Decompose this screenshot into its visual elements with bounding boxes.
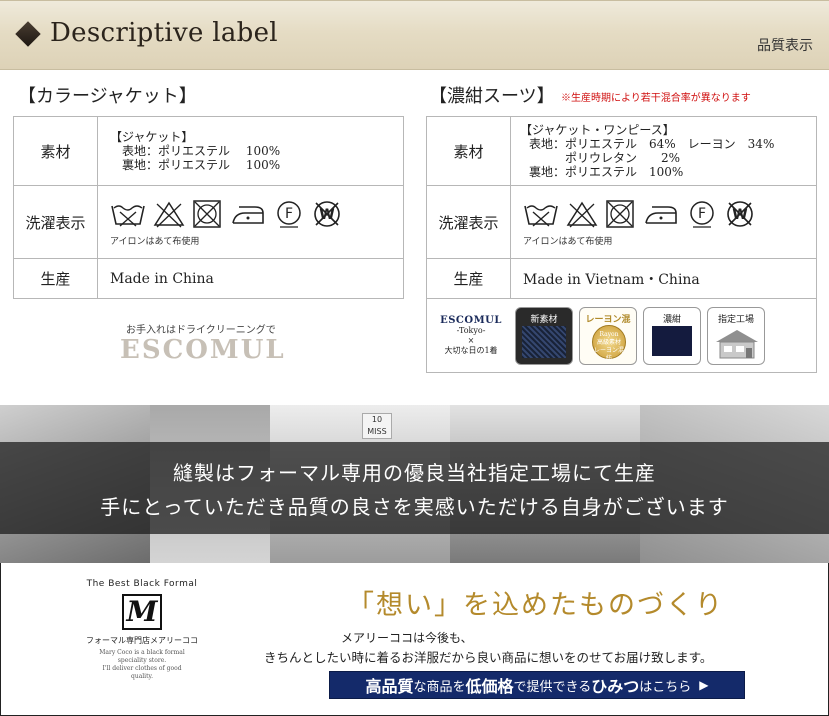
new-material-label: 新素材 bbox=[530, 314, 558, 325]
no-tumble-dry-icon bbox=[193, 199, 221, 228]
right-section-title: 【濃紺スーツ】 bbox=[429, 86, 555, 107]
size-sign: 10 MISS bbox=[362, 413, 392, 439]
left-material-label: 素材 bbox=[13, 116, 98, 186]
banner-line-1: 縫製はフォーマル専用の優良当社指定工場にて生産 bbox=[173, 461, 656, 485]
no-bleach-icon bbox=[566, 201, 598, 227]
iron-icon bbox=[645, 205, 677, 224]
left-section-title: 【カラージャケット】 bbox=[18, 86, 197, 107]
message-line-1: メアリーココは今後も、 bbox=[341, 631, 473, 645]
collab-cross: × bbox=[467, 335, 475, 345]
brand-section: The Best Black Formal M フォーマル専門店メアリーココ M… bbox=[0, 563, 829, 716]
right-material-head: 【ジャケット・ワンピース】 bbox=[520, 123, 675, 137]
no-bleach-icon bbox=[153, 201, 185, 227]
svg-text:F: F bbox=[698, 206, 706, 222]
cta-secret: ひみつ bbox=[591, 677, 640, 696]
right-care-caption: アイロンはあて布使用 bbox=[523, 236, 613, 247]
brand-tagline: The Best Black Formal bbox=[86, 579, 198, 589]
rayon-medal-icon: Rayon 高級素材 レーヨン混紡 bbox=[592, 324, 626, 362]
left-care-label: 洗濯表示 bbox=[13, 185, 98, 259]
dry-clean-f-icon: F bbox=[277, 200, 301, 228]
fabric-swatch bbox=[522, 325, 566, 358]
right-material-line-1: 表地：ポリエステル 64% レーヨン 34% bbox=[529, 137, 775, 151]
message-line-1-wrap: メアリーココは今後も、 bbox=[1, 629, 828, 646]
collab-partner: 大切な日の1着 bbox=[444, 345, 498, 355]
diamond-icon bbox=[15, 21, 41, 47]
left-material-head: 【ジャケット】 bbox=[110, 130, 194, 144]
rayon-mix-badge: レーヨン混 Rayon 高級素材 レーヨン混紡 bbox=[579, 306, 637, 365]
brand-en-line-4: quality. bbox=[130, 673, 154, 680]
collab-city: -Tokyo- bbox=[456, 325, 486, 335]
left-spec-table: 素材 【ジャケット】 表地：ポリエステル 100% 裏地：ポリエステル 100%… bbox=[13, 116, 404, 299]
svg-text:F: F bbox=[285, 206, 293, 222]
banner-overlay bbox=[0, 442, 829, 534]
right-material-line-2: ポリウレタン 2% bbox=[529, 151, 681, 165]
left-production-value: Made in China bbox=[97, 258, 404, 299]
header-band: Descriptive label 品質表示 bbox=[0, 0, 829, 70]
play-arrow-icon: ▶ bbox=[699, 678, 709, 692]
left-care-caption: アイロンはあて布使用 bbox=[110, 236, 200, 247]
left-care-value: F W アイロンはあて布使用 bbox=[97, 185, 404, 259]
left-care-icons: F W bbox=[110, 198, 403, 230]
omoi-heading: 「想い」を込めたものづくり bbox=[347, 590, 724, 621]
left-material-value: 【ジャケット】 表地：ポリエステル 100% 裏地：ポリエステル 100% bbox=[97, 116, 404, 186]
brand-en-line-2: speciality store. bbox=[117, 657, 167, 664]
right-production-label: 生産 bbox=[426, 258, 511, 299]
no-wet-clean-icon: W bbox=[314, 200, 340, 227]
secret-cta-button[interactable]: 高品質 な商品を 低価格 で提供できる ひみつ はこちら ▶ bbox=[329, 671, 745, 699]
page-title: Descriptive label bbox=[50, 18, 278, 48]
escomul-collab-logo: ESCOMUL -Tokyo- × 大切な日の1着 bbox=[433, 314, 509, 356]
factory-photo-banner: 10 MISS 縫製はフォーマル専用の優良当社指定工場にて生産 手にとっていただ… bbox=[0, 405, 829, 563]
right-material-line-3: 裏地：ポリエステル 100% bbox=[529, 165, 684, 179]
left-material-line-1: 表地：ポリエステル 100% bbox=[122, 144, 281, 158]
factory-label: 指定工場 bbox=[717, 314, 754, 325]
right-material-value: 【ジャケット・ワンピース】 表地：ポリエステル 64% レーヨン 34% ポリウ… bbox=[510, 116, 817, 186]
brand-en-desc: Mary Coco is a black formal speciality s… bbox=[77, 649, 207, 681]
navy-label: 濃紺 bbox=[662, 314, 681, 325]
right-production-value: Made in Vietnam・China bbox=[510, 258, 817, 299]
factory-icon bbox=[716, 329, 758, 358]
factory-badge: 指定工場 bbox=[707, 306, 765, 365]
hand-wash-icon bbox=[524, 204, 558, 227]
banner-line-2: 手にとっていただき品質の良さを実感いただける自身がございます bbox=[100, 495, 729, 519]
left-production-label: 生産 bbox=[13, 258, 98, 299]
cleaning-note: お手入れはドライクリーニングで bbox=[126, 325, 276, 336]
page-subtitle: 品質表示 bbox=[757, 38, 813, 54]
iron-icon bbox=[232, 205, 264, 224]
right-care-value: F W アイロンはあて布使用 bbox=[510, 185, 817, 259]
rayon-mix-label: レーヨン混 bbox=[585, 314, 631, 325]
rayon-medal-text-2: 高級素材 bbox=[596, 338, 621, 346]
escomul-logo: ESCOMUL bbox=[120, 335, 286, 365]
message-line-2: きちんとしたい時に着るお洋服だから良い商品に想いをのせてお届け致します。 bbox=[264, 650, 713, 665]
badge-row: ESCOMUL -Tokyo- × 大切な日の1着 新素材 レーヨン混 Rayo… bbox=[433, 306, 810, 365]
rayon-medal-text-3: レーヨン混紡 bbox=[593, 346, 624, 362]
collab-brand: ESCOMUL bbox=[440, 314, 502, 326]
cta-text-6: はこちら bbox=[639, 679, 692, 695]
no-wet-clean-icon: W bbox=[727, 200, 753, 227]
no-tumble-dry-icon bbox=[606, 199, 634, 228]
badge-cell: ESCOMUL -Tokyo- × 大切な日の1着 新素材 レーヨン混 Rayo… bbox=[426, 298, 817, 373]
left-material-line-2: 裏地：ポリエステル 100% bbox=[122, 158, 281, 172]
dry-clean-f-icon: F bbox=[690, 200, 714, 228]
cta-high-quality: 高品質 bbox=[365, 677, 414, 696]
right-material-label: 素材 bbox=[426, 116, 511, 186]
right-care-label: 洗濯表示 bbox=[426, 185, 511, 259]
right-care-icons: F W bbox=[523, 198, 816, 230]
rayon-medal-text-1: Rayon bbox=[599, 330, 619, 338]
cta-low-price: 低価格 bbox=[465, 677, 514, 696]
new-material-badge: 新素材 bbox=[515, 306, 573, 365]
brand-en-line-1: Mary Coco is a black formal bbox=[99, 649, 185, 656]
hand-wash-icon bbox=[111, 204, 145, 227]
brand-m-logo: M bbox=[122, 594, 162, 630]
blend-ratio-note: ※生産時期により若干混合率が異なります bbox=[561, 93, 751, 104]
brand-en-line-3: I'll deliver clothes of good bbox=[102, 665, 182, 672]
cta-text-4: で提供できる bbox=[513, 679, 592, 695]
navy-swatch bbox=[652, 325, 692, 356]
right-spec-table: 素材 【ジャケット・ワンピース】 表地：ポリエステル 64% レーヨン 34% … bbox=[426, 116, 817, 373]
cta-text-2: な商品を bbox=[413, 679, 466, 695]
navy-badge: 濃紺 bbox=[643, 306, 701, 365]
